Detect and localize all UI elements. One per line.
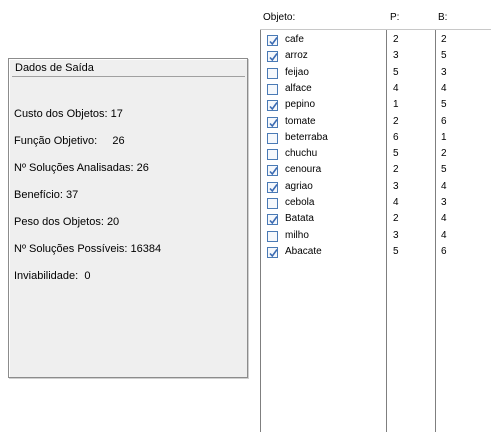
object-weight: 3 xyxy=(393,50,399,62)
checkbox-checked[interactable] xyxy=(267,165,278,177)
objective-function-label: Função Objetivo: 26 xyxy=(14,135,125,147)
object-benefit: 6 xyxy=(441,115,447,127)
object-weight: 5 xyxy=(393,148,399,160)
object-weight: 4 xyxy=(393,82,399,94)
object-name: tomate xyxy=(285,115,316,127)
table-row[interactable]: cebola 4 3 xyxy=(260,196,491,212)
checkbox-checked[interactable] xyxy=(267,246,278,258)
check-icon xyxy=(269,183,278,192)
object-weight: 6 xyxy=(393,131,399,143)
object-benefit: 2 xyxy=(441,148,447,160)
object-weight: 3 xyxy=(393,229,399,241)
table-row[interactable]: Batata 2 4 xyxy=(260,212,491,228)
checkbox-checked[interactable] xyxy=(267,181,278,193)
table-row[interactable]: tomate 2 6 xyxy=(260,115,491,131)
checkbox-unchecked[interactable] xyxy=(267,132,278,144)
check-icon xyxy=(269,167,278,176)
table-row[interactable]: alface 4 4 xyxy=(260,82,491,98)
solutions-analyzed-label: Nº Soluções Analisadas: 26 xyxy=(14,162,149,174)
object-benefit: 5 xyxy=(441,50,447,62)
check-icon xyxy=(269,216,278,225)
object-benefit: 5 xyxy=(441,99,447,111)
object-name: Abacate xyxy=(285,245,322,257)
possible-solutions-label: Nº Soluções Possíveis: 16384 xyxy=(14,243,162,255)
header-divider xyxy=(260,29,491,30)
object-name: Batata xyxy=(285,213,314,225)
object-benefit: 6 xyxy=(441,245,447,257)
checkbox-unchecked[interactable] xyxy=(267,83,278,95)
check-icon xyxy=(269,53,278,62)
object-benefit: 4 xyxy=(441,229,447,241)
object-weight: 3 xyxy=(393,180,399,192)
object-name: beterraba xyxy=(285,131,328,143)
benefit-label: Benefício: 37 xyxy=(14,189,79,201)
weight-label: Peso dos Objetos: 20 xyxy=(14,216,120,228)
table-row[interactable]: pepino 1 5 xyxy=(260,98,491,114)
column-header-b[interactable]: B: xyxy=(438,8,448,28)
checkbox-checked[interactable] xyxy=(267,116,278,128)
checkbox-checked[interactable] xyxy=(267,100,278,112)
check-icon xyxy=(269,37,278,46)
object-weight: 2 xyxy=(393,164,399,176)
object-benefit: 4 xyxy=(441,82,447,94)
checkbox-unchecked[interactable] xyxy=(267,230,278,242)
object-benefit: 1 xyxy=(441,131,447,143)
object-weight: 2 xyxy=(393,34,399,45)
object-weight: 4 xyxy=(393,197,399,208)
output-panel-title: Dados de Saída xyxy=(12,61,245,77)
object-name: arroz xyxy=(285,50,308,62)
object-benefit: 3 xyxy=(441,66,447,78)
object-weight: 1 xyxy=(393,99,399,111)
object-name: chuchu xyxy=(285,148,318,160)
checkbox-checked[interactable] xyxy=(267,51,278,63)
table-row[interactable]: milho 3 4 xyxy=(260,229,491,245)
object-name: cebola xyxy=(285,197,315,208)
infeasibility-label: Inviabilidade: 0 xyxy=(14,270,91,282)
table-row[interactable]: arroz 3 5 xyxy=(260,49,491,65)
objects-table: Objeto: P: B: cafe 2 2 arroz 3 5 feijao 5 3 alfac… xyxy=(260,8,491,432)
cost-label: Custo dos Objetos: 17 xyxy=(14,108,123,120)
object-weight: 5 xyxy=(393,66,399,78)
object-name: milho xyxy=(285,229,309,241)
checkbox-checked[interactable] xyxy=(267,214,278,226)
table-row[interactable]: agriao 3 4 xyxy=(260,180,491,196)
object-benefit: 4 xyxy=(441,213,447,225)
column-header-p[interactable]: P: xyxy=(390,8,400,28)
object-benefit: 2 xyxy=(441,34,447,45)
check-icon xyxy=(269,248,278,258)
table-row[interactable]: chuchu 5 2 xyxy=(260,147,491,163)
object-weight: 2 xyxy=(393,213,399,225)
check-icon xyxy=(269,102,278,111)
output-panel: Dados de Saída Custo dos Objetos: 17 Fun… xyxy=(8,58,248,378)
object-benefit: 4 xyxy=(441,180,447,192)
checkbox-unchecked[interactable] xyxy=(267,198,278,209)
object-weight: 5 xyxy=(393,245,399,257)
object-weight: 2 xyxy=(393,115,399,127)
object-name: feijao xyxy=(285,66,309,78)
checkbox-unchecked[interactable] xyxy=(267,67,278,79)
object-name: pepino xyxy=(285,99,316,111)
check-icon xyxy=(269,118,278,127)
object-name: cafe xyxy=(285,34,304,45)
table-row[interactable]: cenoura 2 5 xyxy=(260,163,491,179)
table-row[interactable]: beterraba 6 1 xyxy=(260,131,491,147)
table-row[interactable]: feijao 5 3 xyxy=(260,66,491,82)
checkbox-checked[interactable] xyxy=(267,35,278,46)
object-name: cenoura xyxy=(285,164,322,176)
table-row[interactable]: cafe 2 2 xyxy=(260,33,491,49)
object-benefit: 3 xyxy=(441,197,447,208)
object-benefit: 5 xyxy=(441,164,447,176)
object-name: alface xyxy=(285,82,312,94)
object-name: agriao xyxy=(285,180,313,192)
column-header-object[interactable]: Objeto: xyxy=(263,8,296,28)
table-row[interactable]: Abacate 5 6 xyxy=(260,245,491,261)
checkbox-unchecked[interactable] xyxy=(267,149,278,161)
